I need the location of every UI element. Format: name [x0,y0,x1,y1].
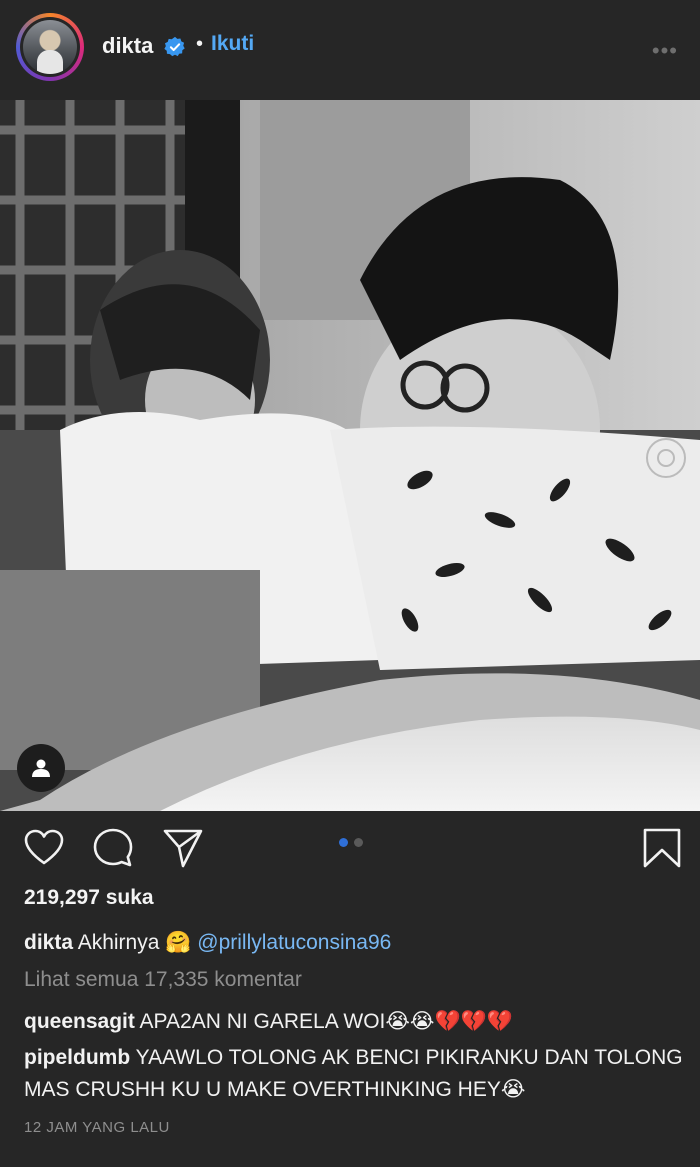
avatar-photo [23,20,77,74]
comment-item: pipeldumb YAAWLO TOLONG AK BENCI PIKIRAN… [24,1042,684,1106]
profile-avatar[interactable] [16,13,84,81]
heart-icon[interactable] [22,826,66,870]
post-timestamp: 12 JAM YANG LALU [24,1119,170,1136]
comment-username[interactable]: queensagit [24,1010,135,1033]
carousel-indicator-icon [646,438,686,478]
comment-username[interactable]: pipeldumb [24,1046,130,1069]
separator-dot: • [196,33,204,55]
caption-username[interactable]: dikta [24,931,73,954]
carousel-dot-active [339,838,348,847]
post-actions [0,818,700,882]
post-username[interactable]: dikta [102,33,153,59]
bookmark-icon[interactable] [640,826,684,870]
carousel-dot [354,838,363,847]
carousel-dots [339,838,363,847]
person-icon [32,759,50,777]
comment-text: APA2AN NI GARELA WOI😭😭💔💔💔 [139,1010,513,1033]
view-all-comments[interactable]: Lihat semua 17,335 komentar [24,968,302,992]
caption-mention[interactable]: @prillylatuconsina96 [197,931,391,954]
post-header: dikta • Ikuti ••• [0,0,700,100]
caption-text: Akhirnya [77,931,160,954]
follow-button[interactable]: Ikuti [211,32,254,56]
share-icon[interactable] [161,826,205,870]
post-photo[interactable] [0,100,700,811]
user-tag-button[interactable] [17,744,65,792]
like-count[interactable]: 219,297 suka [24,886,154,910]
more-options-icon[interactable]: ••• [652,38,678,64]
post-caption: dikta Akhirnya 🤗 @prillylatuconsina96 [24,930,391,955]
comment-icon[interactable] [91,826,135,870]
comment-item: queensagit APA2AN NI GARELA WOI😭😭💔💔💔 [24,1006,684,1038]
hugging-emoji: 🤗 [165,930,192,954]
verified-badge-icon [164,36,185,57]
photo-illustration [0,100,700,811]
